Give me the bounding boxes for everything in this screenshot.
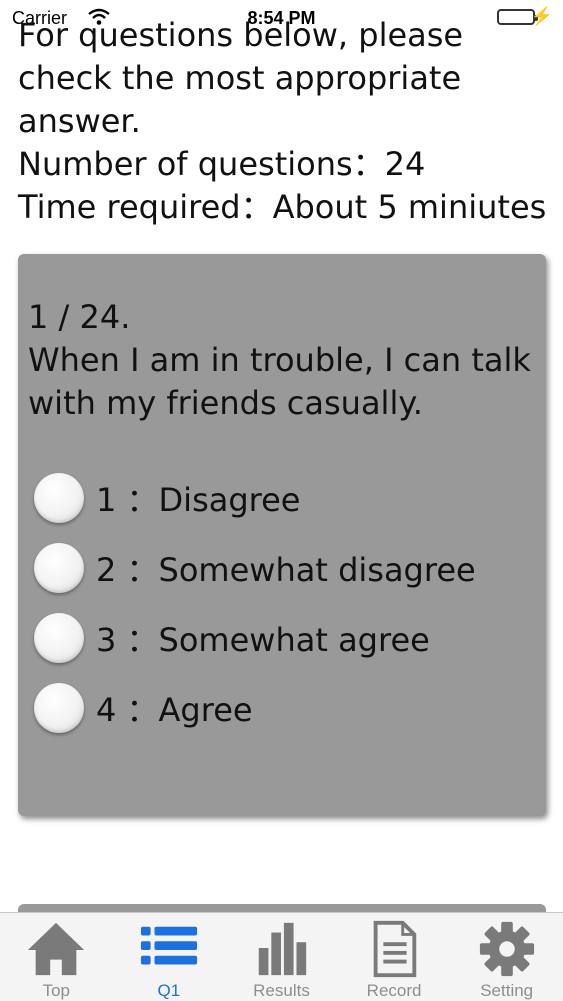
question-text: When I am in trouble, I can talk with my… [28, 341, 531, 422]
answer-label: 1 ：Disagree [96, 481, 301, 519]
tab-label: Setting [480, 981, 534, 1000]
status-bar: Carrier 8:54 PM ⚡ [0, 0, 563, 36]
radio-button[interactable] [34, 473, 84, 523]
tab-q1[interactable]: Q1 [113, 913, 226, 1001]
tab-record[interactable]: Record [338, 913, 451, 1001]
answer-label: 2 ：Somewhat disagree [96, 551, 476, 589]
answer-option-disagree[interactable]: 1 ：Disagree [28, 463, 536, 533]
answer-option-somewhat-disagree[interactable]: 2 ：Somewhat disagree [28, 533, 536, 603]
gear-icon [479, 921, 534, 977]
instruction-line: answer. [18, 102, 141, 140]
radio-button[interactable] [34, 543, 84, 593]
tab-label: Q1 [157, 981, 181, 1000]
radio-button[interactable] [34, 683, 84, 733]
tab-label: Record [366, 981, 422, 1000]
document-icon [373, 920, 417, 978]
list-icon [140, 926, 197, 965]
answer-label: 4 ：Agree [96, 691, 253, 729]
answer-options: 1 ：Disagree 2 ：Somewhat disagree 3 ：Some… [28, 463, 536, 743]
answer-option-somewhat-agree[interactable]: 3 ：Somewhat agree [28, 603, 536, 673]
bar-chart-icon [259, 922, 307, 976]
tab-bar: Top Q1 Results Record Setting [0, 912, 563, 1001]
instruction-line: check the most appropriate [18, 59, 462, 97]
answer-option-agree[interactable]: 4 ：Agree [28, 673, 536, 743]
status-time: 8:54 PM [247, 8, 316, 28]
question-number: 1 / 24. [28, 298, 131, 336]
question-card: 1 / 24. When I am in trouble, I can talk… [18, 254, 546, 816]
tab-results[interactable]: Results [225, 913, 338, 1001]
home-icon [28, 922, 85, 976]
charging-bolt-icon: ⚡ [530, 6, 553, 26]
tab-top[interactable]: Top [0, 913, 113, 1001]
question-count: Number of questions：24 [18, 145, 426, 183]
battery-icon [497, 9, 538, 25]
time-required: Time required：About 5 miniutes [18, 188, 547, 226]
tab-label: Results [253, 981, 310, 1000]
answer-label: 3 ：Somewhat agree [96, 621, 430, 659]
tab-label: Top [42, 981, 70, 1000]
instructions: For questions below, please check the mo… [18, 14, 558, 229]
radio-button[interactable] [34, 613, 84, 663]
tab-setting[interactable]: Setting [450, 913, 563, 1001]
